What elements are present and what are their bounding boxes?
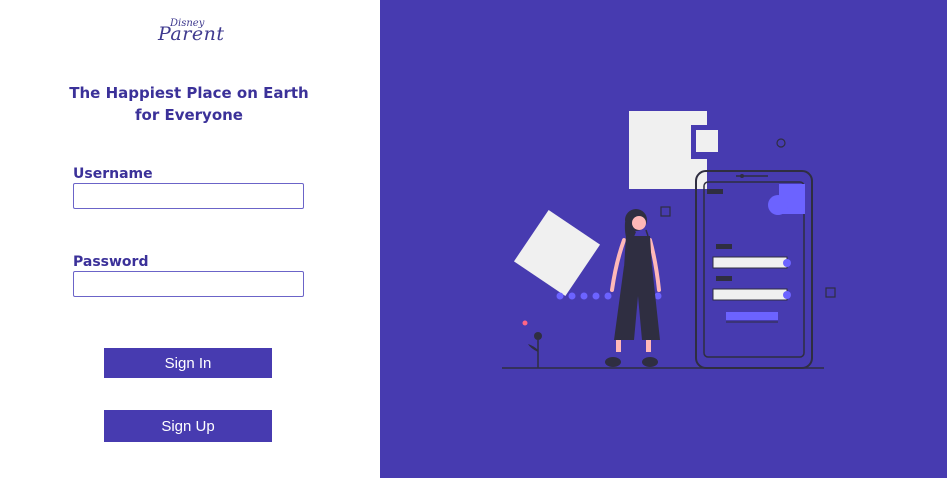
- disney-parent-logo: Disney Parent: [158, 16, 228, 46]
- sign-in-button[interactable]: Sign In: [104, 348, 272, 378]
- logo-main-text: Parent: [158, 23, 225, 45]
- illustration-panel: [380, 0, 947, 478]
- sign-up-button[interactable]: Sign Up: [104, 410, 272, 442]
- username-label: Username: [73, 166, 153, 182]
- woman-with-phone-illustration: [502, 111, 836, 369]
- phone-label-bar-2: [716, 276, 732, 281]
- plant-icon: [522, 320, 542, 368]
- small-square-shape: [696, 130, 718, 152]
- phone-avatar-circle: [768, 195, 788, 215]
- woman-figure: [605, 209, 661, 367]
- page-title: The Happiest Place on Earth for Everyone: [69, 84, 309, 124]
- phone-label-bar: [716, 244, 732, 249]
- phone-input-field-2: [712, 288, 788, 301]
- square-outline-decor: [660, 206, 671, 217]
- phone-input-dot: [783, 259, 791, 267]
- tilted-square-shape: [513, 209, 601, 297]
- square-outline-decor-right: [825, 287, 836, 298]
- password-label: Password: [73, 254, 149, 270]
- phone-camera: [740, 174, 744, 178]
- login-panel: Disney Parent The Happiest Place on Eart…: [0, 0, 380, 478]
- phone-input-dot-2: [783, 291, 791, 299]
- password-input[interactable]: [73, 271, 304, 297]
- phone-header-bar: [707, 189, 723, 194]
- phone-input-field: [712, 256, 788, 269]
- circle-outline-decor: [776, 138, 786, 148]
- username-input[interactable]: [73, 183, 304, 209]
- login-page: Disney Parent The Happiest Place on Eart…: [0, 0, 947, 478]
- phone-button: [726, 312, 778, 320]
